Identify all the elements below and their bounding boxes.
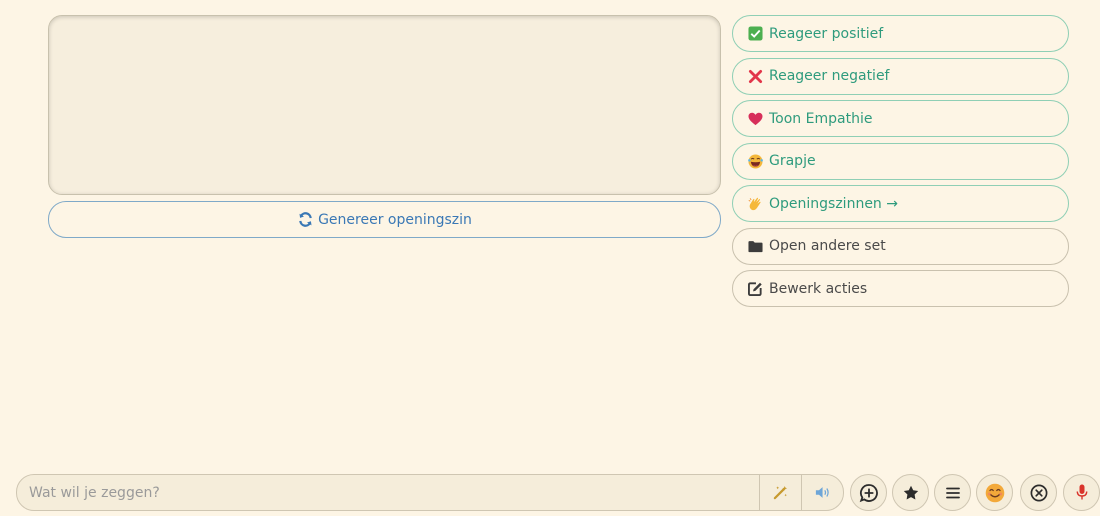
action-show-empathy[interactable]: Toon Empathie bbox=[732, 100, 1069, 137]
action-label: Toon Empathie bbox=[769, 110, 873, 127]
action-label: Bewerk acties bbox=[769, 280, 868, 297]
favorites-button[interactable] bbox=[892, 474, 929, 511]
waving-hand-icon bbox=[747, 196, 763, 212]
generate-opening-button[interactable]: Genereer openingszin bbox=[48, 201, 721, 238]
action-label: Grapje bbox=[769, 153, 816, 169]
add-comment-icon bbox=[859, 483, 879, 503]
generate-opening-label: Genereer openingszin bbox=[318, 211, 472, 228]
cross-icon bbox=[747, 68, 763, 84]
magic-wand-button[interactable] bbox=[759, 475, 801, 510]
chat-input[interactable] bbox=[17, 475, 759, 510]
message-textbox[interactable] bbox=[48, 15, 721, 195]
clear-button[interactable] bbox=[1020, 474, 1057, 511]
action-label: Reageer positief bbox=[769, 25, 884, 42]
menu-button[interactable] bbox=[934, 474, 971, 511]
action-open-other-set[interactable]: Open andere set bbox=[732, 227, 1069, 265]
action-joke[interactable]: Grapje bbox=[732, 142, 1069, 180]
action-opening-lines[interactable]: Openingszinnen → bbox=[732, 185, 1069, 222]
menu-icon bbox=[945, 485, 961, 501]
action-label: Open andere set bbox=[769, 238, 886, 254]
actions-panel: Reageer positief Reageer negatief Toon E… bbox=[732, 15, 1069, 313]
microphone-icon bbox=[1075, 484, 1089, 502]
action-edit-actions[interactable]: Bewerk acties bbox=[732, 270, 1069, 307]
speaker-button[interactable] bbox=[801, 475, 843, 510]
close-circle-icon bbox=[1030, 484, 1048, 502]
check-icon bbox=[747, 26, 763, 42]
microphone-button[interactable] bbox=[1063, 474, 1100, 511]
speaker-icon bbox=[815, 485, 831, 501]
action-react-positive[interactable]: Reageer positief bbox=[732, 15, 1069, 52]
magic-wand-icon bbox=[773, 485, 789, 501]
add-comment-button[interactable] bbox=[850, 474, 887, 511]
smiley-face-icon bbox=[985, 483, 1005, 503]
emoji-button[interactable] bbox=[976, 474, 1013, 511]
folder-icon bbox=[747, 238, 763, 254]
heart-icon bbox=[747, 111, 763, 127]
edit-icon bbox=[747, 281, 763, 297]
refresh-icon bbox=[297, 212, 313, 228]
action-react-negative[interactable]: Reageer negatief bbox=[732, 57, 1069, 95]
action-label: Openingszinnen → bbox=[769, 195, 898, 212]
bottom-bar bbox=[16, 474, 1100, 512]
action-label: Reageer negatief bbox=[769, 68, 890, 84]
star-icon bbox=[903, 485, 919, 501]
chat-input-wrapper bbox=[16, 474, 844, 511]
laughing-face-icon bbox=[747, 153, 763, 169]
